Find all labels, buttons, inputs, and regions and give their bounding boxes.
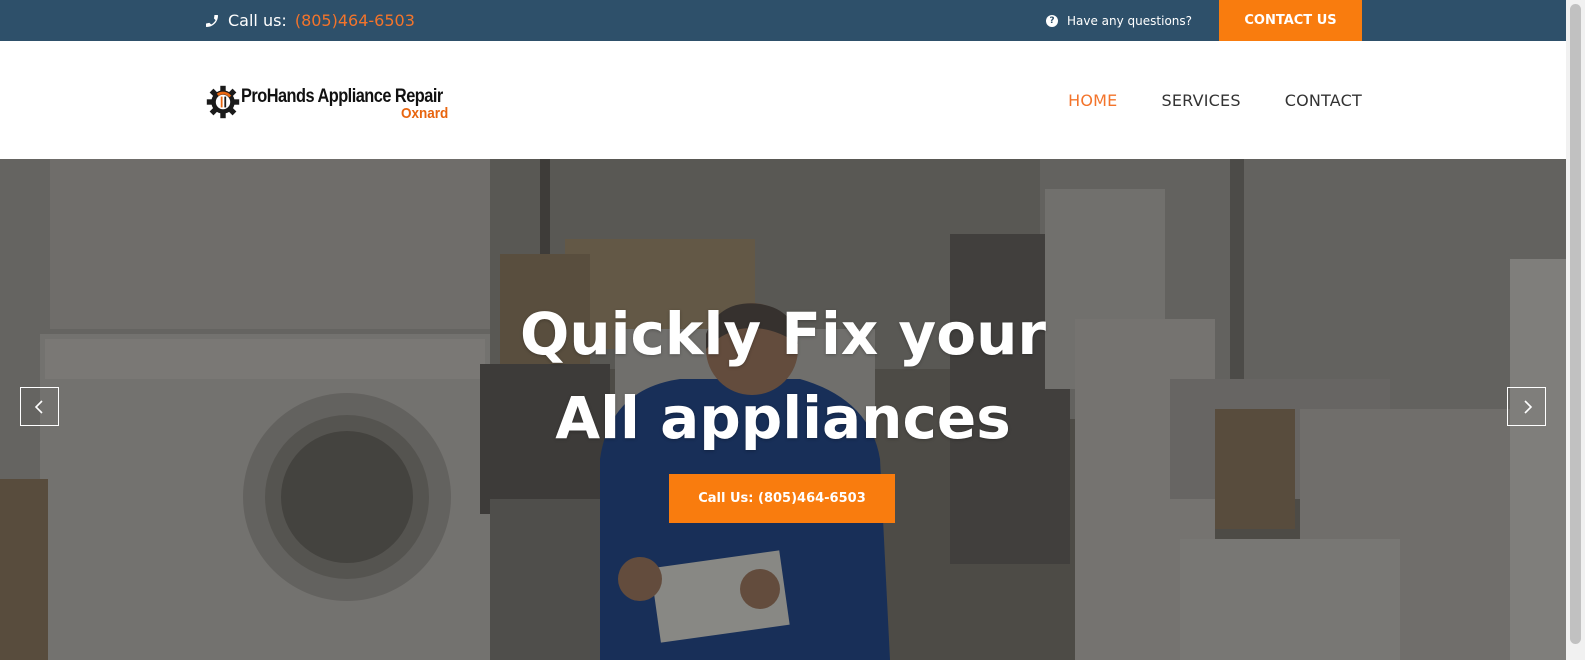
chevron-right-icon: [1523, 399, 1532, 414]
questions-label: Have any questions?: [1067, 13, 1193, 28]
phone-icon: [204, 13, 220, 29]
scrollbar-thumb[interactable]: [1570, 4, 1581, 644]
hero-slider: Quickly Fix your All appliances Call Us:…: [0, 159, 1566, 660]
hero-call-button[interactable]: Call Us: (805)464-6503: [669, 474, 895, 523]
question-icon: ?: [1046, 14, 1058, 27]
top-bar: Call us: (805)464-6503 ? Have any questi…: [0, 0, 1566, 41]
page-scrollbar[interactable]: [1566, 0, 1585, 660]
gear-logo-icon: [206, 85, 240, 119]
main-nav: HOME SERVICES CONTACT: [1068, 41, 1362, 159]
hero-title-line1: Quickly Fix your: [520, 300, 1046, 368]
slider-next-button[interactable]: [1507, 387, 1546, 426]
slider-prev-button[interactable]: [20, 387, 59, 426]
call-us: Call us: (805)464-6503: [204, 0, 415, 41]
contact-us-button[interactable]: CONTACT US: [1219, 0, 1362, 41]
top-phone-number[interactable]: (805)464-6503: [295, 11, 415, 30]
nav-contact[interactable]: CONTACT: [1285, 91, 1362, 110]
chevron-left-icon: [34, 399, 43, 414]
call-us-label: Call us:: [228, 11, 287, 30]
nav-home[interactable]: HOME: [1068, 91, 1117, 110]
logo-city: Oxnard: [401, 105, 449, 122]
logo[interactable]: ProHands Appliance Repair Oxnard: [205, 82, 455, 122]
questions: ? Have any questions?: [1046, 0, 1192, 41]
site-header: ProHands Appliance Repair Oxnard HOME SE…: [0, 41, 1566, 159]
hero-title-line2: All appliances: [555, 384, 1011, 452]
nav-services[interactable]: SERVICES: [1162, 91, 1241, 110]
hero-title: Quickly Fix your All appliances: [0, 292, 1566, 460]
